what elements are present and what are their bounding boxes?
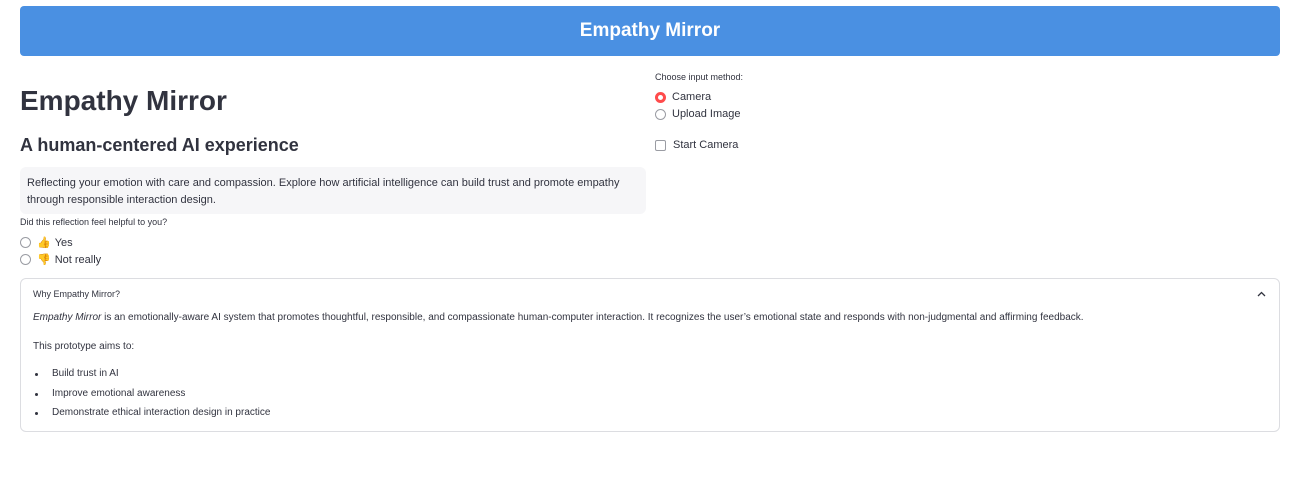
input-method-label: Choose input method:: [655, 72, 744, 82]
description-line-2: through responsible interaction design.: [27, 193, 216, 206]
expander-header[interactable]: Why Empathy Mirror?: [21, 279, 1279, 309]
start-camera-checkbox[interactable]: [655, 139, 666, 151]
start-camera-checkbox-row[interactable]: Start Camera: [655, 139, 738, 151]
description-line-1: Reflecting your emotion with care and co…: [27, 177, 620, 189]
why-expander: Why Empathy Mirror? Empathy Mirror is an…: [20, 278, 1280, 432]
list-item: Improve emotional awareness: [33, 388, 270, 408]
expander-intro: Empathy Mirror is an emotionally-aware A…: [33, 312, 1084, 323]
list-item: Demonstrate ethical interaction design i…: [33, 407, 270, 427]
aims-label: This prototype aims to:: [33, 341, 135, 352]
feedback-option-label: Not really: [54, 253, 102, 266]
description-box: Reflecting your emotion with care and co…: [20, 167, 646, 214]
intro-text: is an emotionally-aware AI system that p…: [101, 312, 1084, 323]
list-item: Build trust in AI: [33, 368, 270, 388]
radio-button[interactable]: [655, 108, 666, 120]
chevron-up-icon[interactable]: [1255, 288, 1267, 300]
aims-list: Build trust in AI Improve emotional awar…: [33, 368, 270, 427]
page-subtitle: A human-centered AI experience: [20, 135, 299, 155]
feedback-option-yes[interactable]: 👍 Yes: [20, 236, 73, 249]
start-camera-label: Start Camera: [673, 139, 739, 151]
feedback-option-not-really[interactable]: 👎 Not really: [20, 253, 101, 266]
banner-title: Empathy Mirror: [579, 20, 721, 41]
input-option-upload-image[interactable]: Upload Image: [655, 108, 741, 120]
page-title: Empathy Mirror: [20, 85, 227, 116]
thumbs-down-icon: 👎: [37, 254, 51, 266]
input-option-camera[interactable]: Camera: [655, 91, 711, 103]
input-option-label: Camera: [672, 91, 712, 103]
radio-button[interactable]: [20, 237, 31, 248]
input-option-label: Upload Image: [672, 108, 741, 120]
feedback-option-label: Yes: [54, 236, 73, 249]
feedback-question: Did this reflection feel helpful to you?: [20, 217, 168, 227]
intro-emphasis: Empathy Mirror: [33, 312, 102, 323]
header-banner: Empathy Mirror: [20, 6, 1280, 56]
radio-button[interactable]: [20, 254, 31, 265]
thumbs-up-icon: 👍: [37, 237, 51, 249]
radio-button-selected[interactable]: [655, 91, 666, 103]
expander-title: Why Empathy Mirror?: [33, 289, 121, 299]
